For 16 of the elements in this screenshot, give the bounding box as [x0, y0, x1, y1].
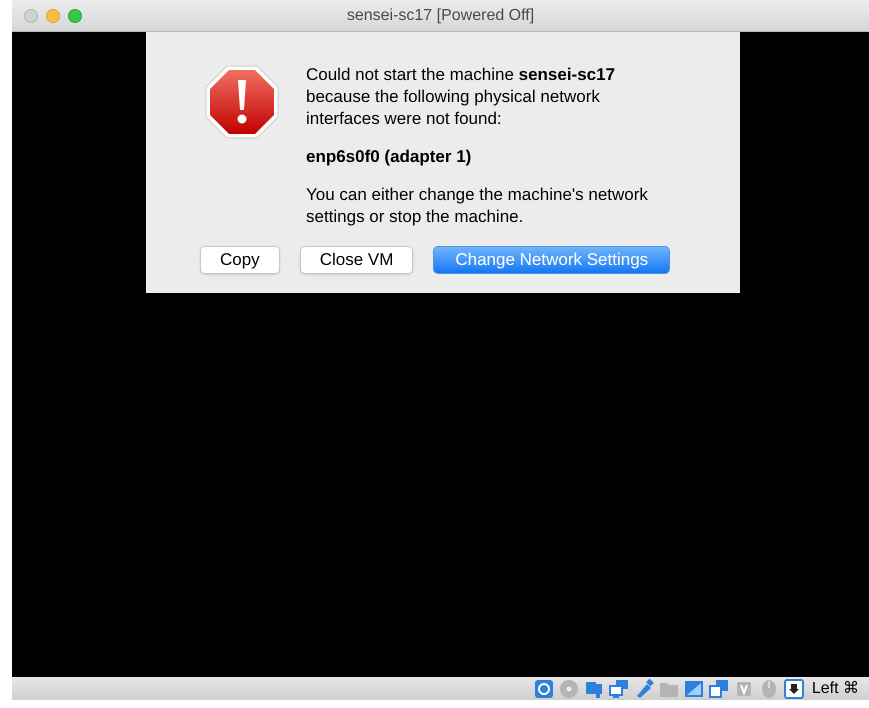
disc-icon[interactable] — [558, 678, 579, 698]
message-text: You can either change the machine's network settings or stop the machine. — [306, 184, 649, 228]
windows-icon[interactable] — [708, 678, 729, 698]
host-key-label: Left ⌘ — [812, 678, 859, 698]
dialog-button[interactable]: Copy — [200, 246, 280, 274]
screens-icon[interactable] — [608, 678, 629, 698]
zoom-button[interactable] — [68, 8, 82, 22]
minimize-button[interactable] — [46, 8, 60, 22]
window-title: sensei-sc17 [Powered Off] — [346, 6, 534, 26]
close-button[interactable] — [24, 8, 38, 22]
arrow-key-icon[interactable] — [784, 678, 804, 698]
stop-sign-icon — [204, 64, 280, 140]
display-icon[interactable] — [684, 678, 704, 698]
interface-name: enp6s0f0 (adapter 1) — [306, 146, 472, 168]
message-text: Could not start the machine sensei-sc17 because the following physical network interfaces were not found: — [306, 64, 616, 130]
dialog-button[interactable]: Close VM — [300, 246, 414, 274]
